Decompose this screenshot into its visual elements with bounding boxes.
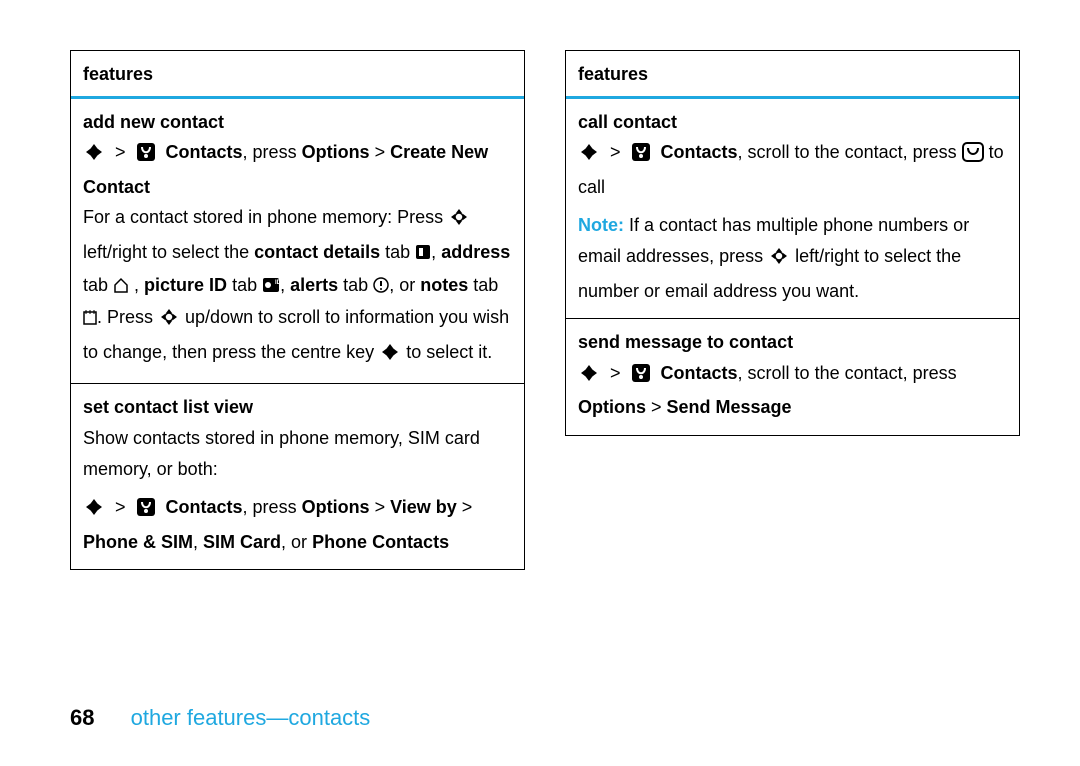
text: Contacts	[166, 142, 243, 162]
section-title: other features—contacts	[131, 705, 371, 730]
text: tab	[83, 275, 113, 295]
text: Contacts	[661, 363, 738, 383]
text: , scroll to the contact, press	[738, 363, 957, 383]
contacts-icon	[136, 141, 156, 172]
add-new-contact-path: > Contacts, press Options > Create New C…	[83, 137, 512, 202]
send-message-cell: send message to contact > Contacts, scro…	[566, 319, 1019, 435]
left-column: features add new contact > Contacts, pre…	[70, 50, 525, 570]
text: >	[370, 142, 391, 162]
text: ,	[280, 275, 290, 295]
contacts-icon	[631, 362, 651, 393]
left-features-header: features	[71, 51, 524, 99]
text: notes	[420, 275, 468, 295]
set-contact-list-view-title: set contact list view	[83, 392, 512, 423]
nav-key-icon	[83, 141, 105, 172]
text: ,	[129, 275, 144, 295]
text: Options	[578, 397, 646, 417]
text: Phone Contacts	[312, 532, 449, 552]
text: ,	[431, 242, 441, 262]
text: contact details	[254, 242, 380, 262]
nav-open-icon	[158, 306, 180, 337]
contacts-icon	[631, 141, 651, 172]
set-contact-list-view-cell: set contact list view Show contacts stor…	[71, 384, 524, 569]
nav-key-icon	[578, 362, 600, 393]
call-contact-title: call contact	[578, 107, 1007, 138]
send-message-title: send message to contact	[578, 327, 1007, 358]
contacts-icon	[136, 496, 156, 527]
text: tab	[338, 275, 373, 295]
text: Options	[302, 497, 370, 517]
nav-key-icon	[83, 496, 105, 527]
nav-open-icon	[768, 245, 790, 276]
add-new-contact-title: add new contact	[83, 107, 512, 138]
text: , press	[243, 142, 302, 162]
text: >	[457, 497, 473, 517]
text: alerts	[290, 275, 338, 295]
send-message-path: > Contacts, scroll to the contact, press…	[578, 358, 1007, 423]
nav-key-icon	[578, 141, 600, 172]
send-key-icon	[962, 141, 984, 172]
text: address	[441, 242, 510, 262]
call-contact-cell: call contact > Contacts, scroll to the c…	[566, 99, 1019, 320]
right-column: features call contact > Contacts, scroll…	[565, 50, 1020, 436]
note-label: Note:	[578, 215, 624, 235]
page-footer: 68 other features—contacts	[70, 699, 370, 736]
text: tab	[380, 242, 415, 262]
address-tab-icon	[113, 272, 129, 303]
text: SIM Card	[203, 532, 281, 552]
call-contact-path: > Contacts, scroll to the contact, press…	[578, 137, 1007, 202]
text: Contacts	[166, 497, 243, 517]
text: >	[370, 497, 391, 517]
text: . Press	[97, 307, 158, 327]
add-new-contact-body: For a contact stored in phone memory: Pr…	[83, 202, 512, 371]
text: , press	[243, 497, 302, 517]
text: left/right to select the	[83, 242, 254, 262]
set-view-path: > Contacts, press Options > View by > Ph…	[83, 492, 512, 557]
text: tab	[227, 275, 262, 295]
text: Contacts	[661, 142, 738, 162]
call-contact-note: Note: If a contact has multiple phone nu…	[578, 210, 1007, 306]
centre-key-icon	[379, 341, 401, 372]
text: ,	[193, 532, 203, 552]
notes-tab-icon	[83, 304, 97, 335]
nav-open-icon	[448, 206, 470, 237]
picture-id-tab-icon: ID	[262, 272, 280, 303]
add-new-contact-cell: add new contact > Contacts, press Option…	[71, 99, 524, 385]
details-tab-icon	[415, 239, 431, 270]
text: For a contact stored in phone memory: Pr…	[83, 207, 448, 227]
text: to select it.	[406, 342, 492, 362]
text: , scroll to the contact, press	[738, 142, 962, 162]
page-number: 68	[70, 705, 94, 730]
set-view-body: Show contacts stored in phone memory, SI…	[83, 423, 512, 484]
page-columns: features add new contact > Contacts, pre…	[0, 0, 1080, 570]
text: View by	[390, 497, 457, 517]
text: , or	[281, 532, 312, 552]
text: >	[646, 397, 667, 417]
right-features-header: features	[566, 51, 1019, 99]
text: Send Message	[667, 397, 792, 417]
text: picture ID	[144, 275, 227, 295]
text: Phone & SIM	[83, 532, 193, 552]
text: Options	[302, 142, 370, 162]
text: , or	[389, 275, 420, 295]
text: tab	[468, 275, 498, 295]
alerts-tab-icon	[373, 272, 389, 303]
